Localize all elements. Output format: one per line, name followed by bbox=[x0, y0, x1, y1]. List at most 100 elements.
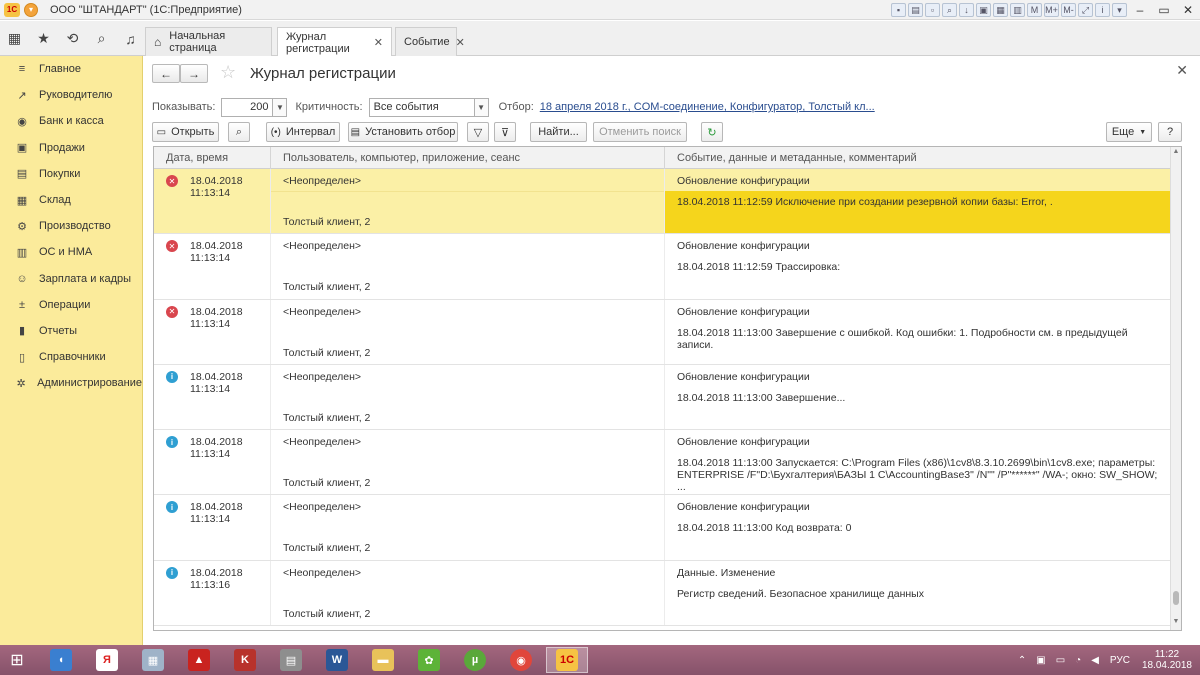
sidebar-item-catalogs[interactable]: ▯ Справочники bbox=[0, 344, 142, 370]
tab-home[interactable]: ⌂ Начальная страница bbox=[145, 27, 272, 56]
memory-minus-icon[interactable]: M- bbox=[1061, 3, 1076, 17]
table-row[interactable]: i 18.04.2018 11:13:16 <Неопределен> Толст… bbox=[154, 560, 1171, 627]
row-date: 18.04.2018 bbox=[190, 566, 243, 579]
column-header-date[interactable]: Дата, время bbox=[154, 147, 271, 169]
taskbar-1c[interactable]: 1C bbox=[546, 647, 588, 673]
close-form-icon[interactable]: ✕ bbox=[1176, 62, 1188, 79]
set-filter-button[interactable]: ▤ Установить отбор bbox=[348, 122, 458, 142]
taskbar-printer[interactable]: ▤ bbox=[270, 647, 312, 673]
more-button[interactable]: Еще ▼ bbox=[1106, 122, 1152, 142]
link-icon[interactable]: ↓ bbox=[959, 3, 974, 17]
filter-link[interactable]: 18 апреля 2018 г., COM-соединение, Конфи… bbox=[540, 101, 875, 113]
filter-by-value-button[interactable]: ▽ bbox=[467, 122, 489, 142]
network-icon[interactable]: ▣ bbox=[1036, 655, 1045, 666]
table-row[interactable]: ✕ 18.04.2018 11:13:14 <Неопределен> Толст… bbox=[154, 299, 1171, 365]
taskbar-media-player[interactable]: ◖ bbox=[40, 647, 82, 673]
display-icon[interactable]: ▭ bbox=[1056, 655, 1065, 666]
yandex-browser-icon: Я bbox=[96, 649, 118, 671]
search-icon[interactable]: ⌕ bbox=[87, 30, 116, 47]
main-menu-icon[interactable]: ▾ bbox=[24, 2, 38, 17]
sections-grid-icon[interactable]: ▦ bbox=[0, 30, 29, 47]
minimize-icon[interactable]: – bbox=[1131, 3, 1149, 17]
chevron-down-icon[interactable]: ▼ bbox=[474, 97, 489, 117]
chevron-up-icon[interactable]: ⌃ bbox=[1018, 655, 1026, 666]
table-row[interactable]: ✕ 18.04.2018 11:13:14 <Неопределен> Толст… bbox=[154, 169, 1171, 235]
history-icon[interactable]: ▣ bbox=[976, 3, 991, 17]
refresh-button[interactable]: ↻ bbox=[701, 122, 723, 142]
find-button[interactable]: Найти... bbox=[530, 122, 587, 142]
sidebar-item-operations[interactable]: ± Операции bbox=[0, 292, 142, 318]
clear-filter-button[interactable]: ⊽ bbox=[494, 122, 516, 142]
sidebar-item-bank[interactable]: ◉ Банк и касса bbox=[0, 108, 142, 134]
print-icon[interactable]: ▤ bbox=[908, 3, 923, 17]
calc-icon[interactable]: ▦ bbox=[993, 3, 1008, 17]
sidebar-item-purchases[interactable]: ▤ Покупки bbox=[0, 161, 142, 187]
favorites-icon[interactable]: ★ bbox=[29, 30, 58, 47]
table-row[interactable]: i 18.04.2018 11:13:14 <Неопределен> Толст… bbox=[154, 364, 1171, 431]
column-header-user[interactable]: Пользователь, компьютер, приложение, сеа… bbox=[271, 147, 665, 169]
sidebar-item-reports[interactable]: ▮ Отчеты bbox=[0, 318, 142, 344]
settings-icon[interactable]: ▾ bbox=[1112, 3, 1127, 17]
column-header-event[interactable]: Событие, данные и метаданные, комментари… bbox=[665, 147, 1171, 169]
close-window-icon[interactable]: ✕ bbox=[1179, 3, 1197, 17]
sidebar-item-salary[interactable]: ☺ Зарплата и кадры bbox=[0, 266, 142, 292]
maximize-icon[interactable]: ▭ bbox=[1155, 3, 1173, 17]
column-divider bbox=[270, 560, 271, 626]
table-row[interactable]: i 18.04.2018 11:13:14 <Неопределен> Толст… bbox=[154, 430, 1171, 496]
close-tab-icon[interactable]: ✕ bbox=[374, 36, 383, 49]
zoom-icon[interactable]: ⤢ bbox=[1078, 3, 1093, 17]
taskbar-word[interactable]: W bbox=[316, 647, 358, 673]
save-icon[interactable]: ▪ bbox=[891, 3, 906, 17]
view-button[interactable]: ⌕ bbox=[228, 122, 250, 142]
sidebar-item-main[interactable]: ≡ Главное bbox=[0, 56, 142, 82]
row-user: <Неопределен> bbox=[283, 501, 362, 514]
taskbar-calculator[interactable]: ▦ bbox=[132, 647, 174, 673]
sidebar-item-admin[interactable]: ✲ Администрирование bbox=[0, 370, 142, 396]
sidebar-item-sales[interactable]: ▣ Продажи bbox=[0, 135, 142, 161]
help-button[interactable]: ? bbox=[1158, 122, 1182, 142]
history-icon[interactable]: ⟲ bbox=[58, 30, 87, 47]
windows-start-icon[interactable]: ⊞ bbox=[6, 649, 28, 671]
favorite-star-icon[interactable]: ☆ bbox=[220, 62, 236, 83]
scroll-up-icon[interactable]: ▲ bbox=[1171, 148, 1181, 159]
taskbar-yandex[interactable]: Я bbox=[86, 647, 128, 673]
system-clock[interactable]: 11:22 18.04.2018 bbox=[1142, 649, 1192, 671]
sidebar-item-warehouse[interactable]: ▦ Склад bbox=[0, 187, 142, 213]
taskbar-acrobat[interactable]: ▲ bbox=[178, 647, 220, 673]
taskbar-explorer[interactable]: ▬ bbox=[362, 647, 404, 673]
taskbar-icq[interactable]: ✿ bbox=[408, 647, 450, 673]
sidebar-item-production[interactable]: ⚙ Производство bbox=[0, 213, 142, 239]
table-row[interactable]: ✕ 18.04.2018 11:13:14 <Неопределен> Толст… bbox=[154, 234, 1171, 300]
chevron-down-icon[interactable]: ▼ bbox=[273, 97, 288, 117]
sidebar-item-assets[interactable]: ▥ ОС и НМА bbox=[0, 239, 142, 265]
cancel-search-button[interactable]: Отменить поиск bbox=[593, 122, 687, 142]
wifi-icon[interactable]: ◔ bbox=[1075, 655, 1081, 666]
table-row[interactable]: i 18.04.2018 11:13:14 <Неопределен> Толст… bbox=[154, 495, 1171, 561]
vertical-scrollbar[interactable]: ▲ ▼ bbox=[1170, 147, 1181, 630]
preview-icon[interactable]: ▫ bbox=[925, 3, 940, 17]
show-count-input[interactable]: 200 bbox=[221, 97, 274, 117]
close-tab-icon[interactable]: ✕ bbox=[456, 36, 465, 49]
back-button[interactable]: ← bbox=[152, 64, 180, 83]
keyboard-language[interactable]: РУС bbox=[1110, 655, 1130, 666]
interval-button[interactable]: (•) Интервал bbox=[266, 122, 340, 142]
scroll-thumb[interactable] bbox=[1173, 591, 1179, 605]
memory-m-icon[interactable]: M bbox=[1027, 3, 1042, 17]
volume-icon[interactable]: ◀ bbox=[1091, 655, 1099, 666]
info-icon[interactable]: i bbox=[1095, 3, 1110, 17]
notifications-icon[interactable]: ♫ bbox=[116, 31, 145, 47]
taskbar-app-red[interactable]: K bbox=[224, 647, 266, 673]
criticality-select[interactable]: Все события bbox=[368, 97, 475, 117]
search-icon[interactable]: ⌕ bbox=[942, 3, 957, 17]
taskbar-chrome[interactable]: ◉ bbox=[500, 647, 542, 673]
forward-button[interactable]: → bbox=[180, 64, 208, 83]
assets-icon: ▥ bbox=[16, 246, 28, 259]
taskbar-utorrent[interactable]: µ bbox=[454, 647, 496, 673]
memory-plus-icon[interactable]: M+ bbox=[1044, 3, 1059, 17]
sidebar-item-manager[interactable]: ↗ Руководителю bbox=[0, 82, 142, 108]
calendar-icon[interactable]: ▥ bbox=[1010, 3, 1025, 17]
tab-journal[interactable]: Журнал регистрации ✕ bbox=[277, 27, 392, 57]
open-button[interactable]: ▭ Открыть bbox=[152, 122, 219, 142]
tab-event[interactable]: Событие ✕ bbox=[395, 27, 465, 56]
scroll-down-icon[interactable]: ▼ bbox=[1171, 618, 1181, 629]
